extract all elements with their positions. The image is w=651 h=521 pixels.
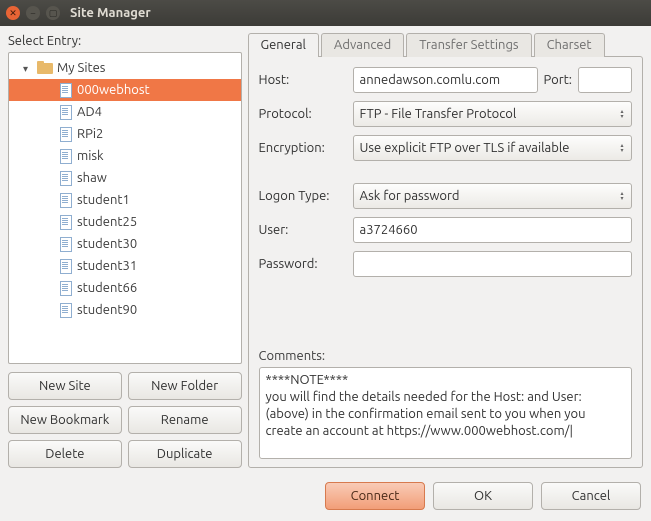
duplicate-button[interactable]: Duplicate [128, 440, 242, 468]
tree-root-label: My Sites [57, 61, 105, 75]
tab-advanced[interactable]: Advanced [321, 33, 404, 57]
chevron-down-icon[interactable]: ▾ [23, 63, 33, 73]
tree-site-label: shaw [77, 171, 107, 185]
tab-transfer-settings[interactable]: Transfer Settings [406, 33, 531, 57]
site-icon [57, 193, 73, 207]
titlebar: ✕ – ▢ Site Manager [0, 0, 651, 26]
tree-site-item[interactable]: student1 [9, 189, 241, 211]
site-tree[interactable]: ▾ My Sites 000webhost AD4 RPi2 misk shaw stud… [8, 52, 242, 364]
tree-site-label: student90 [77, 303, 137, 317]
tree-site-label: 000webhost [77, 83, 150, 97]
host-label: Host: [259, 73, 347, 87]
tree-site-item[interactable]: student66 [9, 277, 241, 299]
tree-site-label: misk [77, 149, 104, 163]
delete-button[interactable]: Delete [8, 440, 122, 468]
encryption-combo[interactable]: Use explicit FTP over TLS if available ▴… [353, 135, 632, 161]
folder-icon [37, 61, 53, 75]
tree-site-label: AD4 [77, 105, 102, 119]
close-icon[interactable]: ✕ [6, 6, 20, 20]
tab-general[interactable]: General [248, 33, 319, 57]
tree-site-label: RPi2 [77, 127, 103, 141]
tab-body-general: Host: Port: Protocol: FTP - File Transfe… [248, 56, 643, 468]
logon-type-value: Ask for password [360, 189, 460, 203]
site-icon [57, 237, 73, 251]
new-site-button[interactable]: New Site [8, 372, 122, 400]
site-icon [57, 83, 73, 97]
logon-type-label: Logon Type: [259, 189, 347, 203]
user-label: User: [259, 223, 347, 237]
tree-site-item[interactable]: shaw [9, 167, 241, 189]
combo-stepper-icon: ▴▾ [617, 191, 627, 201]
new-folder-button[interactable]: New Folder [128, 372, 242, 400]
tree-site-label: student25 [77, 215, 137, 229]
minimize-icon[interactable]: – [26, 6, 40, 20]
site-icon [57, 303, 73, 317]
ok-button[interactable]: OK [433, 482, 533, 510]
tree-site-item[interactable]: AD4 [9, 101, 241, 123]
tree-site-item[interactable]: 000webhost [9, 79, 241, 101]
host-input[interactable] [353, 67, 538, 93]
combo-stepper-icon: ▴▾ [617, 109, 627, 119]
password-label: Password: [259, 257, 347, 271]
combo-stepper-icon: ▴▾ [617, 143, 627, 153]
site-icon [57, 215, 73, 229]
logon-type-combo[interactable]: Ask for password ▴▾ [353, 183, 632, 209]
comments-textarea[interactable] [259, 367, 632, 459]
new-bookmark-button[interactable]: New Bookmark [8, 406, 122, 434]
tree-site-item[interactable]: student90 [9, 299, 241, 321]
tree-site-item[interactable]: student25 [9, 211, 241, 233]
encryption-label: Encryption: [259, 141, 347, 155]
select-entry-label: Select Entry: [8, 34, 242, 48]
port-input[interactable] [578, 67, 632, 93]
site-icon [57, 171, 73, 185]
tree-site-label: student1 [77, 193, 130, 207]
tab-bar: General Advanced Transfer Settings Chars… [248, 32, 643, 56]
site-icon [57, 149, 73, 163]
cancel-button[interactable]: Cancel [541, 482, 641, 510]
comments-label: Comments: [259, 349, 632, 363]
tree-site-item[interactable]: RPi2 [9, 123, 241, 145]
site-icon [57, 281, 73, 295]
tree-site-label: student31 [77, 259, 137, 273]
tree-site-item[interactable]: misk [9, 145, 241, 167]
maximize-icon[interactable]: ▢ [46, 6, 60, 20]
site-icon [57, 127, 73, 141]
window-title: Site Manager [70, 6, 151, 20]
port-label: Port: [544, 73, 572, 87]
tree-site-item[interactable]: student30 [9, 233, 241, 255]
connect-button[interactable]: Connect [325, 482, 425, 510]
tree-site-item[interactable]: student31 [9, 255, 241, 277]
tab-charset[interactable]: Charset [534, 33, 605, 57]
password-input [353, 251, 632, 277]
site-icon [57, 259, 73, 273]
encryption-value: Use explicit FTP over TLS if available [360, 141, 570, 155]
tree-root[interactable]: ▾ My Sites [9, 57, 241, 79]
user-input[interactable] [353, 217, 632, 243]
dialog-button-bar: Connect OK Cancel [0, 476, 651, 518]
protocol-combo[interactable]: FTP - File Transfer Protocol ▴▾ [353, 101, 632, 127]
protocol-label: Protocol: [259, 107, 347, 121]
site-icon [57, 105, 73, 119]
rename-button[interactable]: Rename [128, 406, 242, 434]
protocol-value: FTP - File Transfer Protocol [360, 107, 517, 121]
tree-site-label: student30 [77, 237, 137, 251]
tree-site-label: student66 [77, 281, 137, 295]
